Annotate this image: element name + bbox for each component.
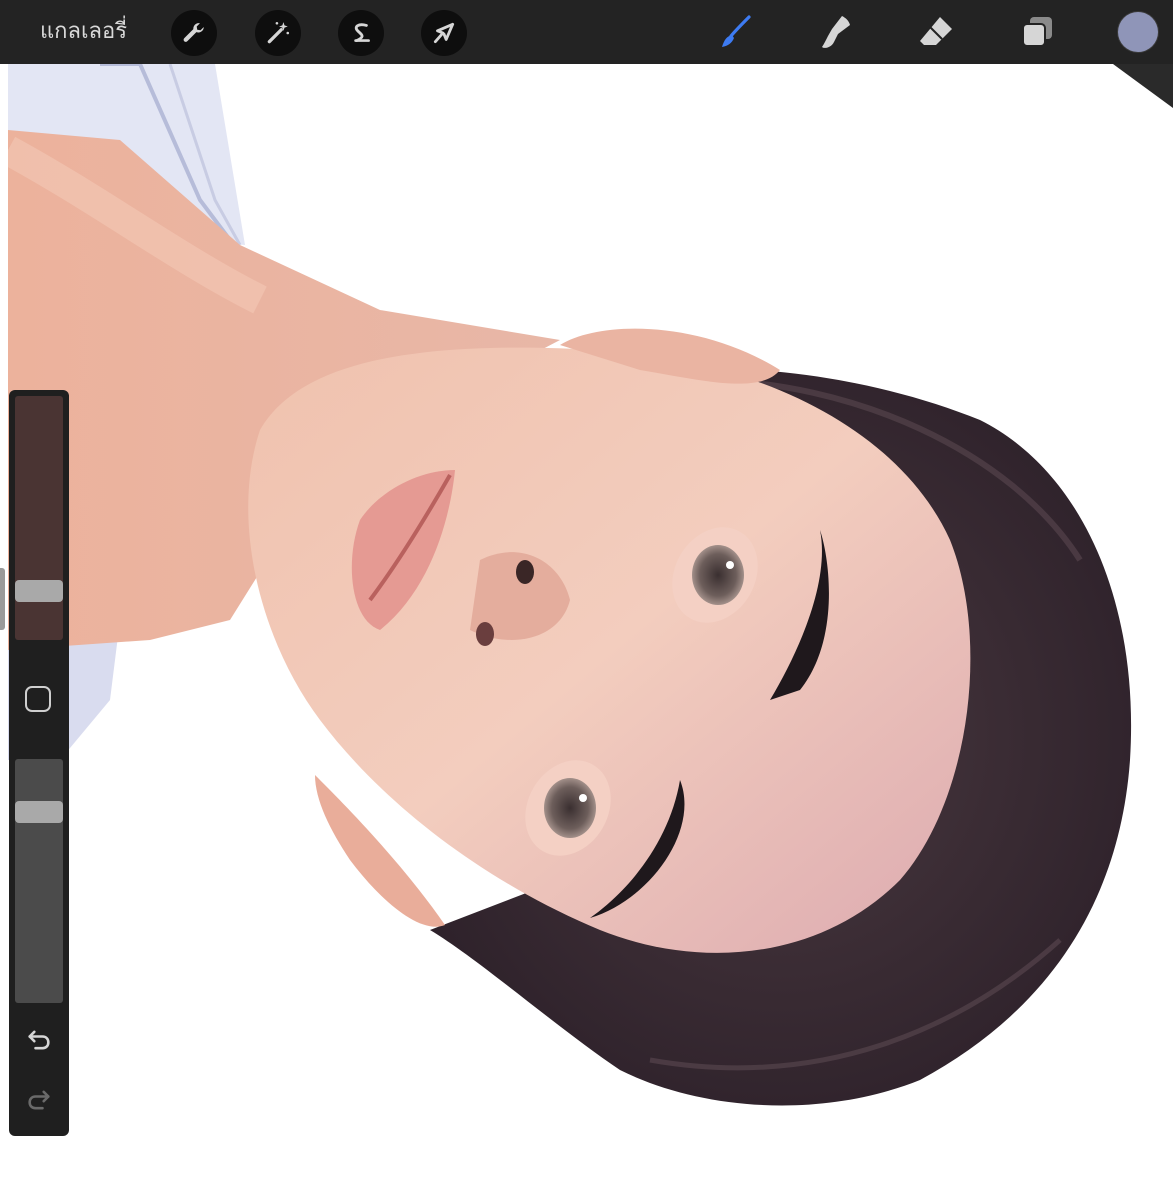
color-picker-button[interactable] xyxy=(1118,12,1158,52)
arrow-cursor-icon xyxy=(433,22,455,44)
gallery-button[interactable]: แกลเลอรี่ xyxy=(40,16,127,48)
opacity-slider[interactable] xyxy=(15,759,63,1003)
portrait-painting xyxy=(8,64,1132,1106)
undo-button[interactable] xyxy=(23,1024,55,1056)
redo-button[interactable] xyxy=(23,1084,55,1116)
opacity-thumb[interactable] xyxy=(15,801,63,823)
smudge-icon xyxy=(822,16,850,48)
layers-icon xyxy=(1022,17,1052,47)
selection-button[interactable] xyxy=(338,10,384,56)
redo-icon xyxy=(28,1090,50,1110)
left-sidebar xyxy=(9,390,69,1136)
layers-button[interactable] xyxy=(1015,12,1059,52)
brush-size-thumb[interactable] xyxy=(15,580,63,602)
selection-s-icon xyxy=(354,23,370,42)
brush-icon xyxy=(722,15,751,47)
drawing-canvas[interactable] xyxy=(8,64,1173,1200)
adjustments-button[interactable] xyxy=(255,10,301,56)
eraser-icon xyxy=(920,17,952,45)
magic-wand-icon xyxy=(267,21,290,44)
top-toolbar: แกลเลอรี่ xyxy=(0,0,1173,64)
transform-button[interactable] xyxy=(421,10,467,56)
eraser-tool-button[interactable] xyxy=(914,12,958,52)
undo-icon xyxy=(28,1030,50,1050)
brush-size-slider[interactable] xyxy=(15,396,63,640)
wrench-icon xyxy=(183,23,204,42)
brush-tool-button[interactable] xyxy=(714,12,758,52)
actions-button[interactable] xyxy=(171,10,217,56)
smudge-tool-button[interactable] xyxy=(814,12,858,52)
sidebar-edge-handle[interactable] xyxy=(0,568,5,630)
modify-button[interactable] xyxy=(25,686,51,712)
canvas-corner-indicator xyxy=(1113,64,1173,108)
